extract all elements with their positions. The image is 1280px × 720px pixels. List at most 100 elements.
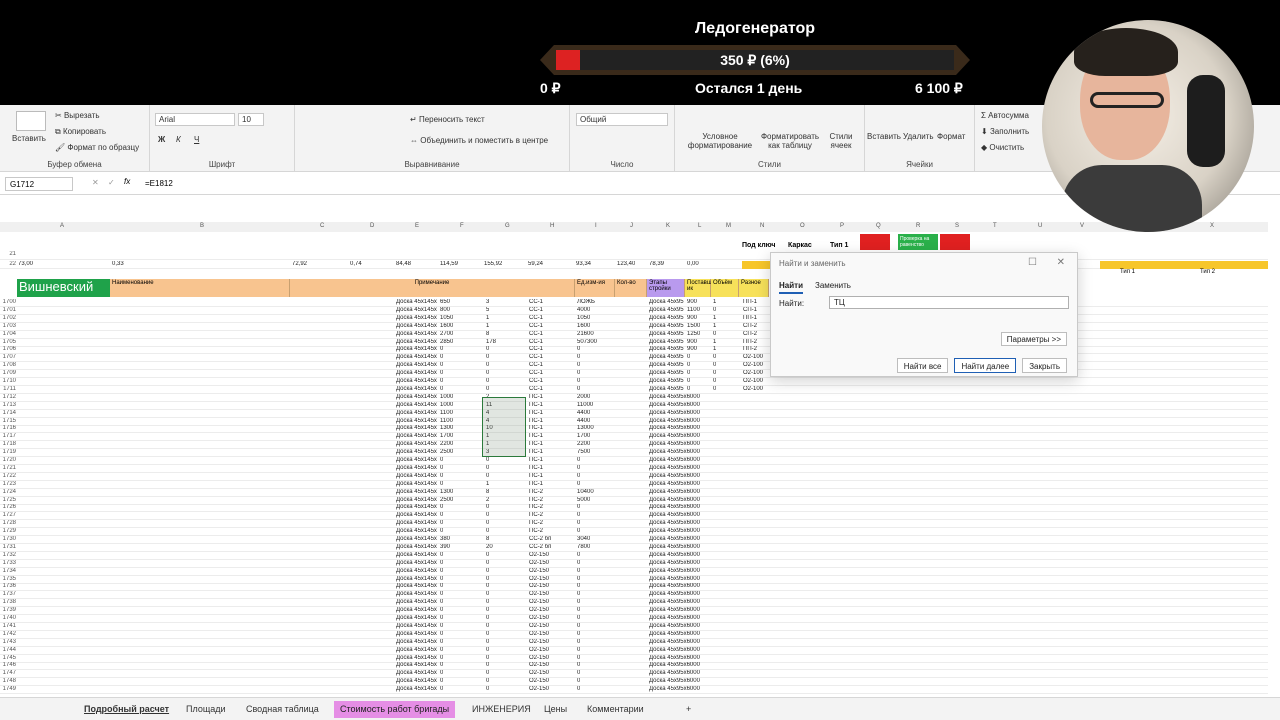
cell-material[interactable]: Доска 45х145х xyxy=(396,418,437,424)
clear-button[interactable]: ◆ Очистить xyxy=(981,143,1024,152)
cell-total[interactable]: 0 xyxy=(577,631,580,637)
cell-code[interactable]: СС-1 xyxy=(529,346,543,352)
tab-replace[interactable]: Заменить xyxy=(815,281,851,290)
sheet-tab[interactable]: Площади xyxy=(180,701,232,718)
cell-volume[interactable]: 0 xyxy=(713,307,716,313)
cell-length[interactable]: 0 xyxy=(440,457,443,463)
cell-material[interactable]: Доска 45х145х xyxy=(396,536,437,542)
cell-code[interactable]: ПС-2 xyxy=(529,504,543,510)
cell-code[interactable]: СС-1 xyxy=(529,331,543,337)
cell-count[interactable]: 3 xyxy=(486,299,489,305)
cell-count[interactable]: 0 xyxy=(486,583,489,589)
cell-code[interactable]: ПС-1 xyxy=(529,433,543,439)
cell-stage-material[interactable]: Доска 45х95х6000 xyxy=(649,552,700,558)
cell-length[interactable]: 380 xyxy=(440,536,450,542)
cell-count[interactable]: 0 xyxy=(486,655,489,661)
cell-material[interactable]: Доска 45х145х xyxy=(396,615,437,621)
sheet-tab[interactable]: Подробный расчет xyxy=(78,701,175,718)
cell-length[interactable]: 2500 xyxy=(440,497,453,503)
cell-count[interactable]: 0 xyxy=(486,568,489,574)
find-all-button[interactable]: Найти все xyxy=(896,358,949,373)
cell-length[interactable]: 0 xyxy=(440,512,443,518)
cell-length[interactable]: 390 xyxy=(440,544,450,550)
cell-count[interactable]: 0 xyxy=(486,512,489,518)
cell-material[interactable]: Доска 45х145х xyxy=(396,307,437,313)
cell-count[interactable]: 1 xyxy=(486,315,489,321)
cell-material[interactable]: Доска 45х145х xyxy=(396,489,437,495)
cell-total[interactable]: 0 xyxy=(577,615,580,621)
cell-count[interactable]: 1 xyxy=(486,323,489,329)
column-header-l[interactable]: L xyxy=(698,223,701,229)
cell-misc[interactable]: О2-100 xyxy=(743,362,763,368)
cell-material[interactable]: Доска 45х145х xyxy=(396,299,437,305)
cell-length[interactable]: 1000 xyxy=(440,394,453,400)
cell-code[interactable]: ПС-1 xyxy=(529,418,543,424)
cell-code[interactable]: СС-1 xyxy=(529,354,543,360)
cell-code[interactable]: О2-150 xyxy=(529,639,549,645)
cell-count[interactable]: 0 xyxy=(486,386,489,392)
cell-material[interactable]: Доска 45х145х xyxy=(396,323,437,329)
cell-material[interactable]: Доска 45х145х xyxy=(396,662,437,668)
cell-total[interactable]: 2200 xyxy=(577,441,590,447)
cell-code[interactable]: ПС-1 xyxy=(529,473,543,479)
cell-length[interactable]: 2850 xyxy=(440,339,453,345)
cell-length[interactable]: 0 xyxy=(440,362,443,368)
cell-stage-material[interactable]: Доска 45х95х6000 xyxy=(649,631,700,637)
cell-code[interactable]: О2-150 xyxy=(529,591,549,597)
cell-material[interactable]: Доска 45х145х xyxy=(396,568,437,574)
cell-count[interactable]: 0 xyxy=(486,362,489,368)
sheet-tab[interactable]: Сводная таблица xyxy=(240,701,325,718)
cell-material[interactable]: Доска 45х145х xyxy=(396,631,437,637)
supplier-column-header[interactable]: Поставщ ик xyxy=(685,279,712,297)
column-header-m[interactable]: M xyxy=(726,223,731,229)
cell-length[interactable]: 1100 xyxy=(440,418,453,424)
cell-count[interactable]: 0 xyxy=(486,504,489,510)
cell-code[interactable]: ПС-1 xyxy=(529,410,543,416)
cell-count[interactable]: 20 xyxy=(486,544,493,550)
cell-count[interactable]: 0 xyxy=(486,576,489,582)
cell-material[interactable]: Доска 45х145х xyxy=(396,481,437,487)
cell-material[interactable]: Доска 45х145х xyxy=(396,583,437,589)
cell-stage-material[interactable]: Доска 45х95х6000 xyxy=(649,655,700,661)
cell-total[interactable]: 0 xyxy=(577,568,580,574)
cell-material[interactable]: Доска 45х145х xyxy=(396,504,437,510)
cell-total[interactable]: 4400 xyxy=(577,418,590,424)
cell-count[interactable]: 0 xyxy=(486,607,489,613)
bold-button[interactable]: Ж xyxy=(158,135,165,144)
summary-value[interactable]: 0,74 xyxy=(350,261,362,267)
cell-count[interactable]: 0 xyxy=(486,591,489,597)
cell-material[interactable]: Доска 45х145х xyxy=(396,560,437,566)
cell-stage-material[interactable]: Доска 45х95х6000 xyxy=(649,473,700,479)
cell-total[interactable]: 7500 xyxy=(577,449,590,455)
cell-stage-material[interactable]: Доска 45х95х6000 xyxy=(649,512,700,518)
conditional-format-button[interactable]: Условное форматирование xyxy=(685,132,755,150)
cell-length[interactable]: 0 xyxy=(440,568,443,574)
cell-code[interactable]: ПС-2 xyxy=(529,497,543,503)
cell-code[interactable]: О2-150 xyxy=(529,631,549,637)
cell-length[interactable]: 0 xyxy=(440,615,443,621)
cell-count[interactable]: 0 xyxy=(486,346,489,352)
cancel-icon[interactable]: ✕ xyxy=(92,178,99,187)
paste-button[interactable]: Вставить xyxy=(12,134,46,143)
cell-length[interactable]: 0 xyxy=(440,354,443,360)
cell-misc[interactable]: О2-100 xyxy=(743,370,763,376)
cell-volume[interactable]: 0 xyxy=(713,331,716,337)
cell-stage-material[interactable]: Доска 45х95 xyxy=(649,346,684,352)
cell-count[interactable]: 0 xyxy=(486,615,489,621)
unit-column-header[interactable]: Ед.изм-ия xyxy=(575,279,615,297)
cell-styles-button[interactable]: Стили ячеек xyxy=(823,132,859,150)
cell-stage-material[interactable]: Доска 45х95 xyxy=(649,354,684,360)
cell-count[interactable]: 0 xyxy=(486,639,489,645)
stage-column-header[interactable]: Этапы стройки xyxy=(647,279,685,297)
cell-code[interactable]: О2-150 xyxy=(529,678,549,684)
summary-value[interactable]: 93,34 xyxy=(576,261,591,267)
underline-button[interactable]: Ч xyxy=(194,135,199,144)
cell-count[interactable]: 0 xyxy=(486,623,489,629)
column-header-x[interactable]: X xyxy=(1210,223,1214,229)
cell-stage-material[interactable]: Доска 45х95х6000 xyxy=(649,528,700,534)
formula-input[interactable]: =E1812 xyxy=(145,179,173,188)
cell-stage-material[interactable]: Доска 45х95х6000 xyxy=(649,441,700,447)
cell-total[interactable]: 1050 xyxy=(577,315,590,321)
cell-supplier[interactable]: 1500 xyxy=(687,323,700,329)
cell-code[interactable]: СС-1 xyxy=(529,370,543,376)
